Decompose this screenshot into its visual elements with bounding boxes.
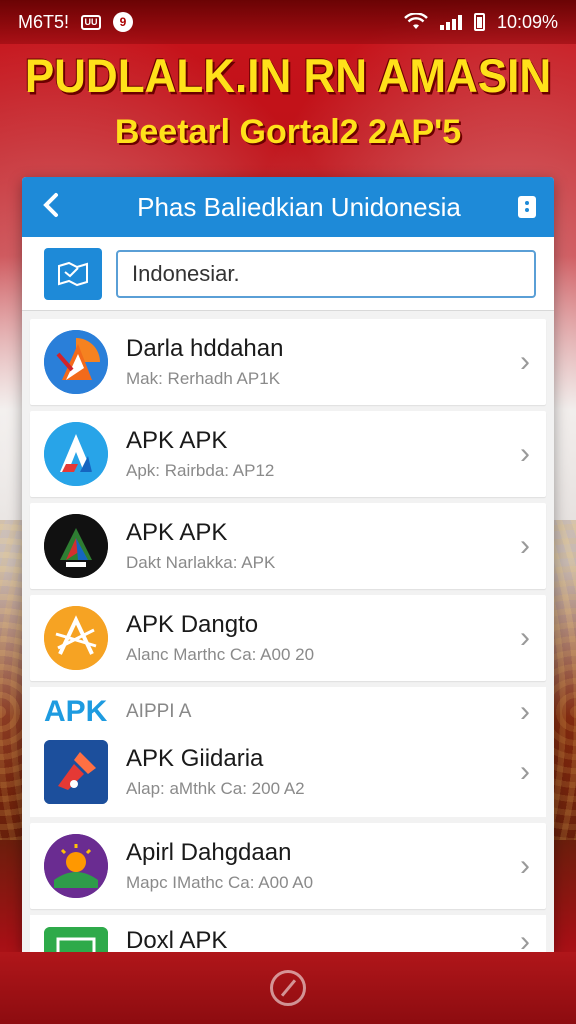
chevron-right-icon: › bbox=[520, 755, 530, 788]
app-icon bbox=[44, 927, 108, 952]
chevron-right-icon: › bbox=[520, 529, 530, 562]
navigation-bar bbox=[0, 952, 576, 1024]
list-item[interactable]: APK APK Apk: Rairbda: AP12 › bbox=[30, 411, 546, 497]
status-left: M6T5! UU 9 bbox=[18, 11, 134, 33]
status-bar: M6T5! UU 9 10:09% bbox=[0, 0, 576, 44]
notification-badge-icon: UU bbox=[81, 14, 102, 30]
app-group: APK AIPPI A › APK Giidaria Alap: aMthk C… bbox=[30, 687, 546, 817]
item-subtitle: Apk: Rairbda: AP12 bbox=[126, 460, 275, 480]
item-text: APK Dangto Alanc Marthc Ca: A00 20 bbox=[126, 611, 520, 665]
item-subtitle: Dakt Narlakka: APK bbox=[126, 552, 276, 572]
app-icon bbox=[44, 514, 108, 578]
chevron-right-icon: › bbox=[520, 621, 530, 654]
status-right: 10:09% bbox=[404, 12, 558, 33]
chevron-left-icon bbox=[43, 193, 58, 217]
carrier-label: M6T5! bbox=[18, 11, 70, 32]
promo-subheadline: Beetarl Gortal2 2AP'5 bbox=[114, 113, 462, 151]
search-input[interactable] bbox=[116, 249, 536, 298]
list-item[interactable]: APK Giidaria Alap: aMthk Ca: 200 A2 › bbox=[30, 737, 546, 807]
list-item[interactable]: APK APK Dakt Narlakka: APK › bbox=[30, 503, 546, 589]
apk-logo: APK bbox=[44, 695, 108, 728]
item-subtitle: Mapc IMathc Ca: A00 A0 bbox=[126, 872, 314, 892]
group-header[interactable]: APK AIPPI A › bbox=[30, 687, 546, 737]
app-list: Darla hddahan Mak: Rerhadh AP1K › APK AP… bbox=[22, 319, 554, 952]
app-icon bbox=[44, 834, 108, 898]
app-screen: Phas Baliedkian Unidonesia Indonesiar. D… bbox=[22, 177, 554, 952]
list-item[interactable]: Darla hddahan Mak: Rerhadh AP1K › bbox=[30, 319, 546, 405]
item-text: Doxl APK bbox=[126, 927, 520, 952]
app-icon bbox=[44, 606, 108, 670]
item-subtitle: Alap: aMthk Ca: 200 A2 bbox=[126, 778, 305, 798]
app-icon bbox=[44, 422, 108, 486]
map-glyph-icon bbox=[58, 261, 88, 286]
item-title: Apirl Dahgdaan bbox=[126, 839, 292, 867]
search-row bbox=[22, 237, 554, 311]
chevron-right-icon: › bbox=[520, 345, 530, 378]
notification-circle-icon: 9 bbox=[113, 12, 134, 32]
item-title: APK Giidaria bbox=[126, 745, 264, 773]
chevron-right-icon: › bbox=[520, 925, 530, 953]
item-title: APK APK bbox=[126, 519, 228, 547]
item-text: APK APK Dakt Narlakka: APK bbox=[126, 519, 520, 573]
home-button-icon[interactable] bbox=[270, 970, 306, 1006]
list-item[interactable]: Doxl APK › bbox=[30, 915, 546, 952]
group-label: AIPPI A bbox=[126, 701, 192, 722]
item-title: APK Dangto bbox=[126, 611, 259, 639]
item-subtitle: Alanc Marthc Ca: A00 20 bbox=[126, 644, 315, 664]
item-text: APK APK Apk: Rairbda: AP12 bbox=[126, 427, 520, 481]
item-title: APK APK bbox=[126, 427, 228, 455]
chevron-right-icon: › bbox=[520, 849, 530, 882]
app-bar: Phas Baliedkian Unidonesia bbox=[22, 177, 554, 237]
app-icon bbox=[44, 740, 108, 804]
clock: 10:09% bbox=[496, 11, 558, 32]
item-text: Apirl Dahgdaan Mapc IMathc Ca: A00 A0 bbox=[126, 839, 520, 893]
signal-icon bbox=[439, 14, 462, 30]
wifi-icon bbox=[404, 13, 428, 29]
item-title: Doxl APK bbox=[126, 927, 228, 952]
item-subtitle: Mak: Rerhadh AP1K bbox=[126, 368, 281, 388]
back-button[interactable] bbox=[40, 190, 80, 224]
chevron-right-icon: › bbox=[520, 695, 530, 728]
promo-headline: PUDLALK.IN RN AMASIN bbox=[24, 50, 552, 103]
item-title: Darla hddahan bbox=[126, 335, 284, 363]
more-icon[interactable] bbox=[518, 196, 536, 218]
list-item[interactable]: APK Dangto Alanc Marthc Ca: A00 20 › bbox=[30, 595, 546, 681]
item-text: APK Giidaria Alap: aMthk Ca: 200 A2 bbox=[126, 745, 520, 799]
chevron-right-icon: › bbox=[520, 437, 530, 470]
app-icon bbox=[44, 330, 108, 394]
app-title: Phas Baliedkian Unidonesia bbox=[137, 191, 461, 222]
map-icon[interactable] bbox=[44, 247, 102, 300]
item-text: Darla hddahan Mak: Rerhadh AP1K bbox=[126, 335, 520, 389]
list-item[interactable]: Apirl Dahgdaan Mapc IMathc Ca: A00 A0 › bbox=[30, 823, 546, 909]
battery-icon bbox=[473, 13, 485, 31]
